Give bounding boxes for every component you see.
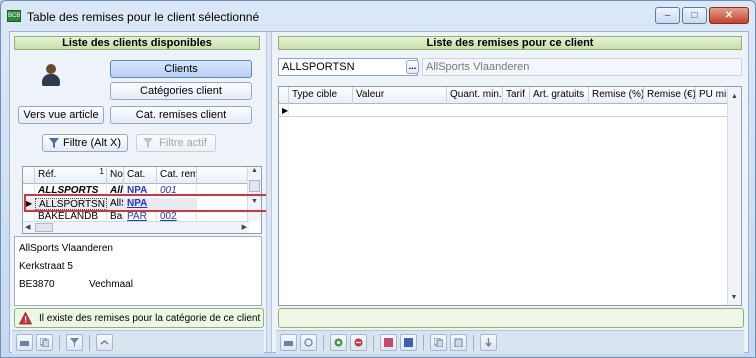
maximize-button[interactable]: □: [682, 7, 707, 24]
col-remise-eur[interactable]: Remise (€): [644, 87, 696, 104]
col-quant-min[interactable]: Quant. min.: [447, 87, 503, 104]
clients-horizontal-scrollbar[interactable]: ◀ ▶: [23, 221, 249, 233]
warning-icon: [19, 312, 32, 325]
collapse-button[interactable]: [96, 334, 113, 351]
discounts-panel: Liste des remises pour ce client ALLSPOR…: [276, 34, 744, 354]
active-filter-button[interactable]: Filtre actif: [136, 134, 216, 152]
red-circle-icon: [354, 338, 363, 347]
client-name: AllSports Vlaanderen: [19, 243, 113, 254]
client-info-box: AllSports Vlaanderen Kerkstraat 5 BE3870…: [14, 236, 262, 306]
col-cat[interactable]: Cat.: [124, 167, 157, 184]
discounts-grid: Type cible Valeur Quant. min. Tarif Art.…: [278, 86, 742, 306]
discounts-vertical-scrollbar[interactable]: ▲ ▼: [727, 87, 741, 305]
export-button[interactable]: [480, 334, 497, 351]
scroll-right-icon[interactable]: ▶: [242, 223, 247, 231]
copy-button[interactable]: [430, 334, 447, 351]
col-art-gratuits[interactable]: Art. gratuits: [530, 87, 589, 104]
title-bar[interactable]: BCB Table des remises pour le client sél…: [1, 1, 755, 31]
client-code-field[interactable]: ALLSPORTSN: [278, 58, 418, 76]
funnel-icon: [70, 338, 79, 347]
clients-button[interactable]: Clients: [110, 60, 252, 78]
paste-button[interactable]: [450, 334, 467, 351]
print-icon: [284, 341, 293, 346]
col-valeur[interactable]: Valeur: [353, 87, 447, 104]
col-nom[interactable]: Nom: [107, 167, 124, 184]
clients-panel: Liste des clients disponibles Clients Ca…: [12, 34, 270, 354]
client-postcode: BE3870: [19, 279, 55, 290]
filter-tool-button[interactable]: [66, 334, 83, 351]
col-cat-rem[interactable]: Cat. rem.: [157, 167, 197, 184]
client-name-field: AllSports Vlaanderen: [422, 58, 742, 76]
user-icon: [42, 64, 60, 86]
customer-categories-button[interactable]: Catégories client: [110, 82, 252, 100]
col-tarif[interactable]: Tarif: [503, 87, 530, 104]
app-icon: BCB: [7, 10, 21, 22]
new-row[interactable]: ▶: [279, 105, 729, 117]
window-content: Liste des clients disponibles Clients Ca…: [9, 31, 749, 354]
preview-button[interactable]: [300, 334, 317, 351]
col-pu-min[interactable]: PU min.: [696, 87, 729, 104]
scroll-up-icon[interactable]: ▲: [248, 167, 261, 174]
clients-grid-header: Réf. 1 Nom Cat. Cat. rem.: [23, 167, 249, 184]
print-icon: [20, 341, 29, 346]
row-pointer-icon: ▶: [279, 105, 289, 117]
green-circle-icon: [334, 338, 343, 347]
clients-panel-header: Liste des clients disponibles: [14, 36, 260, 50]
scroll-left-icon[interactable]: ◀: [25, 223, 30, 231]
col-type-cible[interactable]: Type cible: [289, 87, 353, 104]
right-toolbar: [276, 330, 744, 354]
scroll-down-icon[interactable]: ▼: [728, 294, 740, 301]
close-button[interactable]: ✕: [709, 7, 749, 24]
table-icon: [384, 338, 393, 347]
client-city: Vechmaal: [89, 279, 133, 290]
scroll-thumb[interactable]: [35, 223, 53, 232]
active-filter-button-label: Filtre actif: [159, 137, 207, 149]
print-button[interactable]: [16, 334, 33, 351]
arrow-down-icon: [485, 338, 492, 347]
minimize-button[interactable]: –: [655, 7, 680, 24]
selection-highlight: [24, 194, 270, 212]
filter-button-label: Filtre (Alt X): [62, 137, 122, 149]
discount-table-window: BCB Table des remises pour le client sél…: [0, 0, 756, 358]
discounts-panel-header: Liste des remises pour ce client: [278, 36, 742, 50]
discount-warning: Il existe des remises pour la catégorie …: [14, 308, 264, 328]
copy-button[interactable]: [36, 334, 53, 351]
client-street: Kerkstraat 5: [19, 261, 73, 272]
chevron-icon: [100, 340, 109, 345]
grid-view-button[interactable]: [380, 334, 397, 351]
filter-icon: [49, 138, 59, 148]
preview-icon: [304, 338, 313, 347]
filter-button[interactable]: Filtre (Alt X): [42, 134, 128, 152]
discounts-status-bar: [278, 308, 744, 328]
window-title: Table des remises pour le client sélecti…: [27, 10, 260, 24]
copy-icon: [434, 338, 443, 347]
warning-text: Il existe des remises pour la catégorie …: [39, 313, 261, 324]
to-article-view-button[interactable]: Vers vue article: [18, 106, 104, 124]
left-toolbar: [12, 330, 264, 354]
form-icon: [404, 338, 413, 347]
sort-order: 1: [99, 167, 104, 176]
add-button[interactable]: [330, 334, 347, 351]
active-filter-icon: [143, 138, 153, 148]
paste-icon: [454, 338, 463, 347]
col-remise-pct[interactable]: Remise (%): [589, 87, 644, 104]
scroll-up-icon[interactable]: ▲: [728, 93, 741, 100]
customer-discount-categories-button[interactable]: Cat. remises client: [110, 106, 252, 124]
discounts-grid-header: Type cible Valeur Quant. min. Tarif Art.…: [279, 87, 729, 104]
copy-icon: [40, 338, 49, 347]
client-lookup-button[interactable]: ...: [406, 60, 419, 74]
col-ref[interactable]: Réf. 1: [35, 167, 107, 184]
panel-splitter[interactable]: [266, 32, 272, 352]
delete-button[interactable]: [350, 334, 367, 351]
print-button[interactable]: [280, 334, 297, 351]
scroll-thumb[interactable]: [249, 180, 260, 192]
form-view-button[interactable]: [400, 334, 417, 351]
